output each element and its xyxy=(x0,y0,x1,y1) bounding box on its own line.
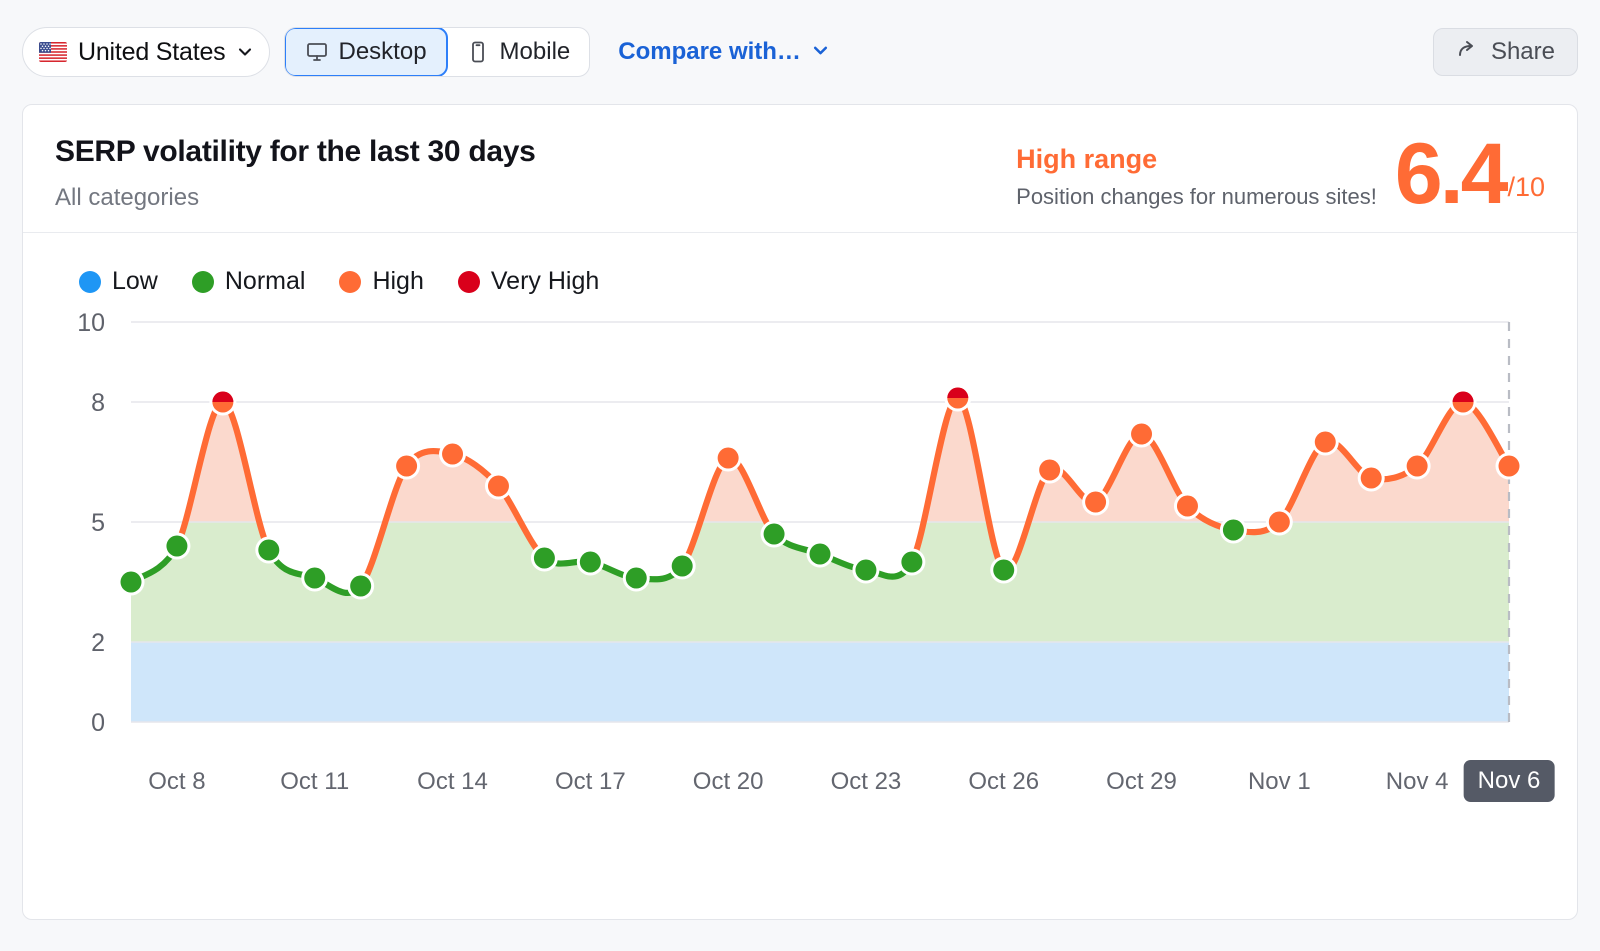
x-axis-tick-oct-26: Oct 26 xyxy=(968,768,1039,796)
score-display: 6.4 /10 xyxy=(1395,138,1545,211)
device-tab-desktop-label: Desktop xyxy=(339,38,427,66)
serp-volatility-card: SERP volatility for the last 30 days All… xyxy=(22,104,1578,920)
country-name: United States xyxy=(78,38,226,67)
device-tab-mobile[interactable]: Mobile xyxy=(447,28,590,76)
legend-label-high: High xyxy=(372,267,423,296)
x-axis-tick-oct-20: Oct 20 xyxy=(693,768,764,796)
share-arrow-icon xyxy=(1456,37,1480,68)
x-axis-tick-nov-4: Nov 4 xyxy=(1386,768,1449,796)
x-axis-tick-oct-23: Oct 23 xyxy=(831,768,902,796)
device-toggle-group: Desktop Mobile xyxy=(284,27,591,77)
svg-text:10: 10 xyxy=(77,309,105,337)
x-axis-tick-oct-11: Oct 11 xyxy=(280,768,349,796)
legend-dot-high xyxy=(339,271,361,293)
legend-dot-low xyxy=(79,271,101,293)
card-header-left: SERP volatility for the last 30 days All… xyxy=(55,134,1016,213)
volatility-chart: 025810 Oct 8Oct 11Oct 14Oct 17Oct 20Oct … xyxy=(23,302,1577,862)
x-axis-tick-oct-8: Oct 8 xyxy=(148,768,205,796)
chart-legend: Low Normal High Very High xyxy=(23,233,1577,296)
svg-text:0: 0 xyxy=(91,709,105,737)
legend-label-very-high: Very High xyxy=(491,267,599,296)
card-subtitle: All categories xyxy=(55,184,1016,213)
share-button-label: Share xyxy=(1491,38,1555,66)
svg-text:8: 8 xyxy=(91,389,105,417)
share-button[interactable]: Share xyxy=(1433,28,1578,76)
country-selector[interactable]: United States xyxy=(22,27,270,77)
legend-label-normal: Normal xyxy=(225,267,306,296)
volatility-chart-svg[interactable]: 0 2 5 8 10 xyxy=(23,302,1578,772)
compare-with-dropdown[interactable]: Compare with… xyxy=(618,38,829,66)
x-axis-tick-oct-29: Oct 29 xyxy=(1106,768,1177,796)
card-header: SERP volatility for the last 30 days All… xyxy=(23,105,1577,233)
score-value: 6.4 xyxy=(1395,138,1506,211)
svg-text:5: 5 xyxy=(91,509,105,537)
compare-with-label: Compare with… xyxy=(618,38,801,66)
svg-text:2: 2 xyxy=(91,629,105,657)
x-axis-tick-nov-1: Nov 1 xyxy=(1248,768,1311,796)
range-title: High range xyxy=(1016,144,1377,175)
legend-label-low: Low xyxy=(112,267,158,296)
chevron-down-icon xyxy=(812,38,829,66)
range-summary: High range Position changes for numerous… xyxy=(1016,138,1377,209)
legend-item-low[interactable]: Low xyxy=(79,267,158,296)
chevron-down-icon xyxy=(237,44,253,60)
page-title: SERP volatility for the last 30 days xyxy=(55,134,1016,170)
x-axis-tick-nov-6[interactable]: Nov 6 xyxy=(1464,760,1555,802)
x-axis-tick-oct-14: Oct 14 xyxy=(417,768,488,796)
us-flag-icon xyxy=(39,42,67,62)
top-toolbar: United States Desktop Mobile xyxy=(0,0,1600,104)
device-tab-desktop[interactable]: Desktop xyxy=(284,27,448,77)
legend-item-normal[interactable]: Normal xyxy=(192,267,306,296)
score-denominator: /10 xyxy=(1507,174,1545,201)
chart-x-axis: Oct 8 Oct 11 Oct 14 Oct 17 Oct 20 Oct 23 Oct 2… xyxy=(23,768,1577,818)
x-axis-tick-oct-17: Oct 17 xyxy=(555,768,626,796)
legend-dot-very-high xyxy=(458,271,480,293)
legend-item-very-high[interactable]: Very High xyxy=(458,267,599,296)
range-description: Position changes for numerous sites! xyxy=(1016,184,1377,209)
card-header-right: High range Position changes for numerous… xyxy=(1016,134,1545,211)
desktop-icon xyxy=(305,40,329,64)
legend-item-high[interactable]: High xyxy=(339,267,423,296)
device-tab-mobile-label: Mobile xyxy=(500,38,571,66)
legend-dot-normal xyxy=(192,271,214,293)
mobile-icon xyxy=(466,40,490,64)
